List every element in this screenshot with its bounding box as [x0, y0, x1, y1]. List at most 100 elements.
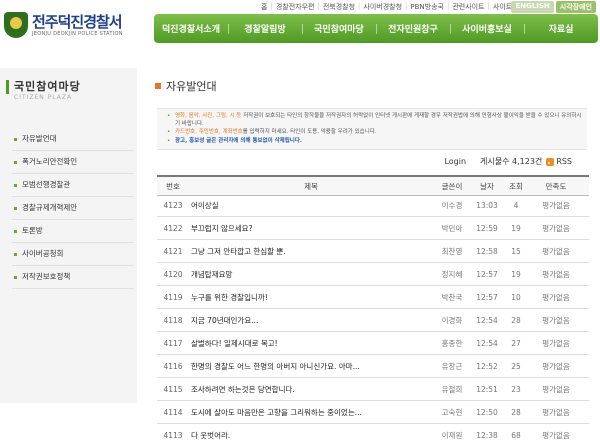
utility-link-home[interactable]: 홈 [261, 2, 267, 12]
post-title-link[interactable]: 다 웃벗어라. [191, 424, 431, 446]
sidebar-item-regulation-reform[interactable]: 경찰규제개혁제안 [12, 197, 134, 220]
cell-views: 28 [511, 315, 521, 325]
cell-date: 12:54 [476, 338, 498, 348]
post-title-link[interactable]: 한명의 경찰도 어느 한명의 아버지 아니신가요. 아마... [191, 355, 431, 377]
header: 전주덕진경찰서 JEONJU DEOKJIN POLICE STATION 홈 |… [0, 0, 600, 60]
notice-ads-text: 광고, 홍보성 글은 관리자에 의해 통보없이 삭제됩니다. [175, 138, 302, 144]
table-row: 4122 부끄럽지 않으세요? 박민아 12:59 19 평가없음 [157, 217, 589, 240]
sidebar-title: 국민참여마당 [14, 80, 81, 93]
notice-privacy-text: 를 입력하지 마세요. 타인이 도용, 악용할 우려가 있습니다. [242, 129, 377, 135]
cell-rating: 평가없음 [542, 407, 570, 417]
cell-writer: 이재원 [441, 430, 463, 440]
table-row: 4117 살벌하다! 일제시대로 복고! 홍종한 12:54 27 평가없음 [157, 332, 589, 355]
cell-number: 4113 [163, 430, 183, 440]
cell-number: 4119 [163, 292, 183, 302]
cell-writer: 최찬영 [441, 246, 463, 256]
nav-item-about[interactable]: 덕진경찰서소개 [154, 22, 228, 35]
cell-writer: 홍종한 [441, 338, 463, 348]
sidebar-item-safety-check[interactable]: 폭거노리안전확인 [12, 151, 134, 174]
login-link[interactable]: Login [444, 157, 466, 166]
table-row: 4123 어이상실 이수경 13:03 4 평가없음 [157, 194, 589, 217]
divider: | [405, 2, 408, 10]
nav-item-participation[interactable]: 국민참여마당 [302, 22, 376, 35]
post-title-link[interactable]: 그냥 그저 안타깝고 한심할 뿐. [191, 240, 431, 262]
cell-date: 13:03 [476, 200, 498, 210]
utility-link-email[interactable]: 경찰전자우편 [276, 2, 315, 12]
cell-date: 12:52 [476, 361, 498, 371]
sidebar-title-accent [6, 80, 9, 94]
cell-writer: 고숙현 [441, 407, 463, 417]
cell-number: 4114 [163, 407, 183, 417]
table-row: 4114 도시에 살아도 마음만은 고향을 그리워하는 중이었는... 고숙현 … [157, 401, 589, 424]
title-bullet-icon [155, 83, 161, 89]
english-button[interactable]: ENGLISH [511, 1, 554, 13]
utility-link-cyber[interactable]: 사이버경찰청 [363, 2, 402, 12]
sidebar-item-discussion[interactable]: 토론방 [12, 220, 134, 243]
police-emblem-icon [4, 12, 28, 38]
table-row: 4116 한명의 경찰도 어느 한명의 아버지 아니신가요. 아마... 유창근… [157, 355, 589, 378]
language-switcher: ENGLISH 시각장애인 [511, 1, 596, 13]
post-title-link[interactable]: 어이상실 [191, 194, 431, 216]
utility-link-provincial[interactable]: 전북경찰청 [323, 2, 355, 12]
utility-link-pbn[interactable]: PBN방송국 [410, 2, 444, 12]
utility-link-related[interactable]: 관련사이트 [452, 2, 484, 12]
divider: | [317, 2, 320, 10]
divider: | [270, 2, 273, 10]
cell-rating: 평가없음 [542, 430, 570, 440]
post-title-link[interactable]: 지금 70년대인가요... [191, 309, 431, 331]
sidebar-item-cyber-hearing[interactable]: 사이버공청회 [12, 243, 134, 266]
cell-rating: 평가없음 [542, 361, 570, 371]
cell-writer: 박민아 [441, 223, 463, 233]
cell-writer: 정지혜 [441, 269, 463, 279]
cell-date: 12:54 [476, 315, 498, 325]
board-notice: 영화, 음악, 사진, 그림, 시 등 저작권이 보호되는 타인의 창작물을 저… [157, 108, 587, 150]
col-header-writer: 글쓴이 [441, 181, 463, 191]
sidebar-item-model-officer[interactable]: 모범선행경찰관 [12, 174, 134, 197]
cell-date: 12:57 [476, 292, 498, 302]
sidebar-item-copyright-policy[interactable]: 저작권보호정책 [12, 266, 134, 289]
cell-views: 4 [513, 200, 519, 210]
notice-ads: 광고, 홍보성 글은 관리자에 의해 통보없이 삭제됩니다. [167, 137, 302, 145]
nav-item-archive[interactable]: 자료실 [524, 22, 598, 35]
notice-privacy-highlight: 카드번호, 주민번호, 계좌번호 [175, 129, 243, 135]
post-title-link[interactable]: 도시에 살아도 마음만은 고향을 그리워하는 중이었는... [191, 401, 431, 423]
page-title-wrap: 자유발언대 [155, 78, 217, 94]
col-header-number: 번호 [166, 181, 180, 191]
cell-number: 4118 [163, 315, 183, 325]
notice-privacy: 카드번호, 주민번호, 계좌번호를 입력하지 마세요. 타인이 도용, 악용할 … [167, 128, 377, 136]
sidebar-menu: 자유발언대 폭거노리안전확인 모범선행경찰관 경찰규제개혁제안 토론방 사이버공… [12, 128, 134, 289]
cell-number: 4117 [163, 338, 183, 348]
cell-views: 27 [511, 338, 521, 348]
table-row: 4119 누구를 위한 경찰입니까! 박찬국 12:57 10 평가없음 [157, 286, 589, 309]
cell-writer: 이수경 [441, 200, 463, 210]
post-title-link[interactable]: 누구를 위한 경찰입니까! [191, 286, 431, 308]
sidebar-item-free-speech[interactable]: 자유발언대 [12, 128, 134, 151]
cell-number: 4122 [163, 223, 183, 233]
post-title-link[interactable]: 개념탑재요망 [191, 263, 431, 285]
rss-icon[interactable] [546, 157, 555, 166]
cell-rating: 평가없음 [542, 246, 570, 256]
cell-rating: 평가없음 [542, 269, 570, 279]
logo-text: 전주덕진경찰서 JEONJU DEOKJIN POLICE STATION [32, 14, 123, 37]
col-header-views: 조회 [509, 181, 523, 191]
accessibility-button[interactable]: 시각장애인 [555, 1, 596, 13]
rss-link[interactable]: RSS [556, 157, 572, 166]
sidebar: 국민참여마당 CITIZEN PLAZA 자유발언대 폭거노리안전확인 모범선행… [0, 68, 137, 403]
cell-number: 4120 [163, 269, 183, 279]
cell-rating: 평가없음 [542, 223, 570, 233]
cell-views: 15 [511, 246, 521, 256]
cell-views: 23 [511, 384, 521, 394]
cell-rating: 평가없음 [542, 338, 570, 348]
cell-date: 12:57 [476, 269, 498, 279]
nav-item-civil-petition[interactable]: 전자민원창구 [376, 22, 450, 35]
post-title-link[interactable]: 조사하려면 하는것은 당연합니다. [191, 378, 431, 400]
nav-item-notices[interactable]: 경찰알림방 [228, 22, 302, 35]
divider: | [487, 2, 490, 10]
site-logo[interactable]: 전주덕진경찰서 JEONJU DEOKJIN POLICE STATION [4, 8, 123, 42]
post-title-link[interactable]: 살벌하다! 일제시대로 복고! [191, 332, 431, 354]
cell-views: 19 [511, 269, 521, 279]
table-header: 번호 제목 글쓴이 날자 조회 만족도 [157, 175, 589, 196]
nav-item-cyber-pr[interactable]: 사이버홍보실 [450, 22, 524, 35]
cell-date: 12:51 [476, 384, 498, 394]
post-title-link[interactable]: 부끄럽지 않으세요? [191, 217, 431, 239]
